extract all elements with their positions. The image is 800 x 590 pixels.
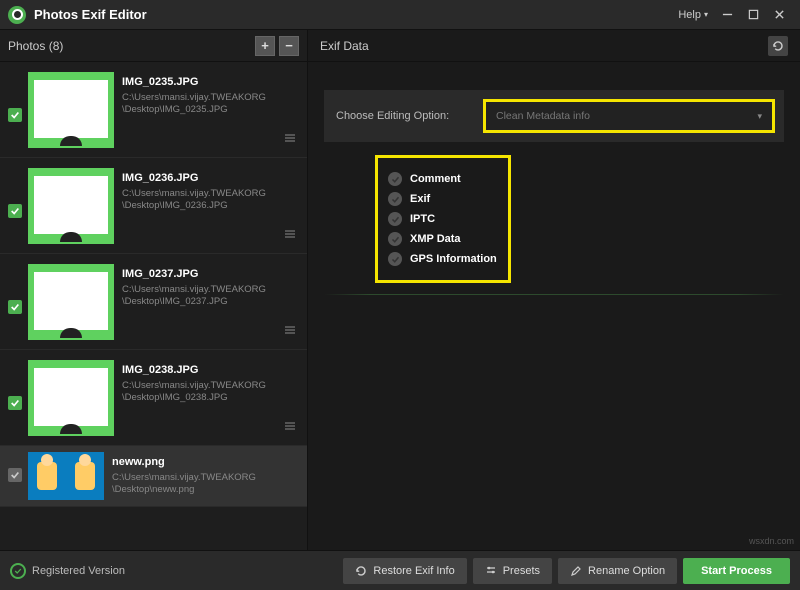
refresh-button[interactable] — [768, 36, 788, 56]
bottom-bar: Registered Version Restore Exif Info Pre… — [0, 550, 800, 590]
item-menu-icon[interactable] — [283, 132, 297, 147]
separator — [324, 294, 784, 295]
file-name: IMG_0236.JPG — [122, 172, 299, 184]
help-menu[interactable]: Help — [678, 9, 708, 21]
app-title: Photos Exif Editor — [34, 7, 678, 22]
item-menu-icon[interactable] — [283, 324, 297, 339]
check-icon — [388, 172, 402, 186]
choose-option-label: Choose Editing Option: — [336, 110, 486, 122]
item-checkbox[interactable] — [8, 204, 22, 218]
minimize-button[interactable] — [714, 2, 740, 28]
file-name: IMG_0238.JPG — [122, 364, 299, 376]
thumbnail — [28, 264, 114, 340]
presets-button[interactable]: Presets — [473, 558, 552, 584]
file-name: IMG_0237.JPG — [122, 268, 299, 280]
file-path: C:\Users\mansi.vijay.TWEAKORG — [122, 380, 299, 392]
file-path: C:\Users\mansi.vijay.TWEAKORG — [112, 472, 299, 484]
check-circle-icon — [10, 563, 26, 579]
photo-list-panel: Photos (8) + − IMG_0235.JPG C:\Users\man… — [0, 30, 308, 550]
editing-option-row: Choose Editing Option: Clean Metadata in… — [324, 90, 784, 142]
file-path: \Desktop\IMG_0237.JPG — [122, 296, 299, 308]
close-button[interactable] — [766, 2, 792, 28]
thumbnail — [28, 72, 114, 148]
option-gps[interactable]: GPS Information — [388, 252, 498, 266]
list-item[interactable]: IMG_0235.JPG C:\Users\mansi.vijay.TWEAKO… — [0, 62, 307, 158]
app-logo-icon — [8, 6, 26, 24]
option-xmp[interactable]: XMP Data — [388, 232, 498, 246]
file-path: C:\Users\mansi.vijay.TWEAKORG — [122, 284, 299, 296]
remove-photo-button[interactable]: − — [279, 36, 299, 56]
item-checkbox[interactable] — [8, 396, 22, 410]
file-name: neww.png — [112, 456, 299, 468]
list-item[interactable]: IMG_0238.JPG C:\Users\mansi.vijay.TWEAKO… — [0, 350, 307, 446]
check-icon — [388, 252, 402, 266]
maximize-button[interactable] — [740, 2, 766, 28]
list-item[interactable]: IMG_0237.JPG C:\Users\mansi.vijay.TWEAKO… — [0, 254, 307, 350]
photos-heading: Photos (8) — [8, 39, 251, 53]
start-process-button[interactable]: Start Process — [683, 558, 790, 584]
file-path: C:\Users\mansi.vijay.TWEAKORG — [122, 188, 299, 200]
file-path: C:\Users\mansi.vijay.TWEAKORG — [122, 92, 299, 104]
check-icon — [388, 212, 402, 226]
option-comment[interactable]: Comment — [388, 172, 498, 186]
file-path: \Desktop\IMG_0238.JPG — [122, 392, 299, 404]
item-checkbox[interactable] — [8, 108, 22, 122]
item-checkbox[interactable] — [8, 300, 22, 314]
metadata-options: Comment Exif IPTC XMP Data GPS Informati… — [378, 158, 508, 280]
registered-status: Registered Version — [10, 563, 337, 579]
restore-exif-button[interactable]: Restore Exif Info — [343, 558, 466, 584]
editing-option-dropdown[interactable]: Clean Metadata info — [486, 102, 772, 130]
file-path: \Desktop\IMG_0235.JPG — [122, 104, 299, 116]
list-item[interactable]: neww.png C:\Users\mansi.vijay.TWEAKORG \… — [0, 446, 307, 507]
check-icon — [388, 192, 402, 206]
thumbnail — [28, 360, 114, 436]
option-iptc[interactable]: IPTC — [388, 212, 498, 226]
option-exif[interactable]: Exif — [388, 192, 498, 206]
thumbnail — [28, 452, 104, 500]
list-item[interactable]: IMG_0236.JPG C:\Users\mansi.vijay.TWEAKO… — [0, 158, 307, 254]
item-menu-icon[interactable] — [283, 420, 297, 435]
check-icon — [388, 232, 402, 246]
titlebar: Photos Exif Editor Help — [0, 0, 800, 30]
item-menu-icon[interactable] — [283, 228, 297, 243]
exif-panel: Exif Data Choose Editing Option: Clean M… — [308, 30, 800, 550]
add-photo-button[interactable]: + — [255, 36, 275, 56]
rename-option-button[interactable]: Rename Option — [558, 558, 677, 584]
file-path: \Desktop\IMG_0236.JPG — [122, 200, 299, 212]
watermark: wsxdn.com — [749, 536, 794, 546]
file-name: IMG_0235.JPG — [122, 76, 299, 88]
thumbnail — [28, 168, 114, 244]
exif-heading: Exif Data — [320, 39, 768, 53]
file-path: \Desktop\neww.png — [112, 484, 299, 496]
item-checkbox[interactable] — [8, 468, 22, 482]
